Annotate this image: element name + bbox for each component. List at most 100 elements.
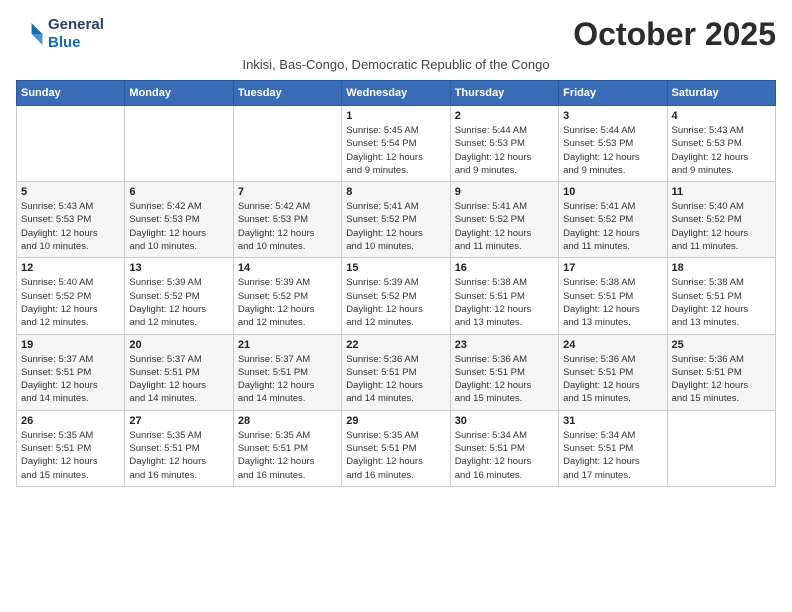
day-number: 2 <box>455 110 554 122</box>
day-info: Sunrise: 5:41 AM Sunset: 5:52 PM Dayligh… <box>455 200 554 253</box>
logo-line2: Blue <box>48 34 104 52</box>
day-info: Sunrise: 5:34 AM Sunset: 5:51 PM Dayligh… <box>563 429 662 482</box>
day-number: 1 <box>346 110 445 122</box>
day-number: 24 <box>563 339 662 351</box>
day-info: Sunrise: 5:44 AM Sunset: 5:53 PM Dayligh… <box>455 124 554 177</box>
day-cell: 30 Sunrise: 5:34 AM Sunset: 5:51 PM Dayli… <box>450 410 558 486</box>
day-info: Sunrise: 5:41 AM Sunset: 5:52 PM Dayligh… <box>346 200 445 253</box>
day-cell: 16Sunrise: 5:38 AM Sunset: 5:51 PM Dayli… <box>450 258 558 334</box>
day-number: 17 <box>563 262 662 274</box>
day-info: Sunrise: 5:41 AM Sunset: 5:52 PM Dayligh… <box>563 200 662 253</box>
day-number: 8 <box>346 186 445 198</box>
day-cell: 6Sunrise: 5:42 AM Sunset: 5:53 PM Daylig… <box>125 182 233 258</box>
day-number: 6 <box>129 186 228 198</box>
day-number: 25 <box>672 339 771 351</box>
day-cell: 15Sunrise: 5:39 AM Sunset: 5:52 PM Dayli… <box>342 258 450 334</box>
day-info: Sunrise: 5:40 AM Sunset: 5:52 PM Dayligh… <box>672 200 771 253</box>
day-cell: 24 Sunrise: 5:36 AM Sunset: 5:51 PM Dayli… <box>559 334 667 410</box>
day-info: Sunrise: 5:44 AM Sunset: 5:53 PM Dayligh… <box>563 124 662 177</box>
day-cell: 1 Sunrise: 5:45 AM Sunset: 5:54 PM Daylig… <box>342 106 450 182</box>
day-number: 23 <box>455 339 554 351</box>
logo-line1: General <box>48 16 104 34</box>
day-info: Sunrise: 5:37 AM Sunset: 5:51 PM Dayligh… <box>129 353 228 406</box>
day-info: Sunrise: 5:42 AM Sunset: 5:53 PM Dayligh… <box>238 200 337 253</box>
day-cell: 19Sunrise: 5:37 AM Sunset: 5:51 PM Dayli… <box>17 334 125 410</box>
day-cell: 11Sunrise: 5:40 AM Sunset: 5:52 PM Dayli… <box>667 182 775 258</box>
day-number: 27 <box>129 415 228 427</box>
day-cell: 18 Sunrise: 5:38 AM Sunset: 5:51 PM Dayli… <box>667 258 775 334</box>
day-cell: 8 Sunrise: 5:41 AM Sunset: 5:52 PM Daylig… <box>342 182 450 258</box>
day-number: 19 <box>21 339 120 351</box>
col-header-wednesday: Wednesday <box>342 81 450 106</box>
day-number: 3 <box>563 110 662 122</box>
day-number: 13 <box>129 262 228 274</box>
day-cell: 23Sunrise: 5:36 AM Sunset: 5:51 PM Dayli… <box>450 334 558 410</box>
col-header-thursday: Thursday <box>450 81 558 106</box>
day-number: 20 <box>129 339 228 351</box>
day-info: Sunrise: 5:40 AM Sunset: 5:52 PM Dayligh… <box>21 276 120 329</box>
day-number: 28 <box>238 415 337 427</box>
day-info: Sunrise: 5:43 AM Sunset: 5:53 PM Dayligh… <box>21 200 120 253</box>
day-info: Sunrise: 5:38 AM Sunset: 5:51 PM Dayligh… <box>672 276 771 329</box>
day-info: Sunrise: 5:36 AM Sunset: 5:51 PM Dayligh… <box>563 353 662 406</box>
day-info: Sunrise: 5:37 AM Sunset: 5:51 PM Dayligh… <box>238 353 337 406</box>
day-number: 31 <box>563 415 662 427</box>
week-row-5: 26 Sunrise: 5:35 AM Sunset: 5:51 PM Dayli… <box>17 410 776 486</box>
logo: General Blue <box>16 16 104 52</box>
day-number: 21 <box>238 339 337 351</box>
day-number: 12 <box>21 262 120 274</box>
day-info: Sunrise: 5:36 AM Sunset: 5:51 PM Dayligh… <box>672 353 771 406</box>
day-cell: 12 Sunrise: 5:40 AM Sunset: 5:52 PM Dayli… <box>17 258 125 334</box>
subtitle: Inkisi, Bas-Congo, Democratic Republic o… <box>16 57 776 72</box>
day-cell: 5 Sunrise: 5:43 AM Sunset: 5:53 PM Daylig… <box>17 182 125 258</box>
day-info: Sunrise: 5:35 AM Sunset: 5:51 PM Dayligh… <box>129 429 228 482</box>
day-cell: 4Sunrise: 5:43 AM Sunset: 5:53 PM Daylig… <box>667 106 775 182</box>
day-info: Sunrise: 5:45 AM Sunset: 5:54 PM Dayligh… <box>346 124 445 177</box>
col-header-sunday: Sunday <box>17 81 125 106</box>
day-number: 14 <box>238 262 337 274</box>
week-row-3: 12 Sunrise: 5:40 AM Sunset: 5:52 PM Dayli… <box>17 258 776 334</box>
day-cell: 20 Sunrise: 5:37 AM Sunset: 5:51 PM Dayli… <box>125 334 233 410</box>
month-year: October 2025 <box>573 16 776 53</box>
day-cell: 13Sunrise: 5:39 AM Sunset: 5:52 PM Dayli… <box>125 258 233 334</box>
calendar-table: SundayMondayTuesdayWednesdayThursdayFrid… <box>16 80 776 487</box>
day-cell: 26 Sunrise: 5:35 AM Sunset: 5:51 PM Dayli… <box>17 410 125 486</box>
day-number: 26 <box>21 415 120 427</box>
day-cell: 2 Sunrise: 5:44 AM Sunset: 5:53 PM Daylig… <box>450 106 558 182</box>
header: General Blue October 2025 <box>16 16 776 53</box>
col-header-tuesday: Tuesday <box>233 81 341 106</box>
day-cell <box>125 106 233 182</box>
day-info: Sunrise: 5:35 AM Sunset: 5:51 PM Dayligh… <box>346 429 445 482</box>
day-number: 29 <box>346 415 445 427</box>
day-number: 18 <box>672 262 771 274</box>
day-number: 9 <box>455 186 554 198</box>
day-number: 5 <box>21 186 120 198</box>
day-cell <box>233 106 341 182</box>
col-header-saturday: Saturday <box>667 81 775 106</box>
day-cell: 7 Sunrise: 5:42 AM Sunset: 5:53 PM Daylig… <box>233 182 341 258</box>
day-cell: 14 Sunrise: 5:39 AM Sunset: 5:52 PM Dayli… <box>233 258 341 334</box>
day-info: Sunrise: 5:35 AM Sunset: 5:51 PM Dayligh… <box>21 429 120 482</box>
day-info: Sunrise: 5:38 AM Sunset: 5:51 PM Dayligh… <box>455 276 554 329</box>
day-number: 30 <box>455 415 554 427</box>
day-info: Sunrise: 5:38 AM Sunset: 5:51 PM Dayligh… <box>563 276 662 329</box>
week-row-1: 1 Sunrise: 5:45 AM Sunset: 5:54 PM Daylig… <box>17 106 776 182</box>
day-cell: 17 Sunrise: 5:38 AM Sunset: 5:51 PM Dayli… <box>559 258 667 334</box>
day-number: 7 <box>238 186 337 198</box>
title-block: October 2025 <box>573 16 776 53</box>
day-cell: 22Sunrise: 5:36 AM Sunset: 5:51 PM Dayli… <box>342 334 450 410</box>
col-header-friday: Friday <box>559 81 667 106</box>
day-number: 10 <box>563 186 662 198</box>
day-info: Sunrise: 5:36 AM Sunset: 5:51 PM Dayligh… <box>346 353 445 406</box>
logo-icon <box>16 20 44 48</box>
col-header-monday: Monday <box>125 81 233 106</box>
week-row-4: 19 Sunrise: 5:37 AM Sunset: 5:51 PM Dayli… <box>17 334 776 410</box>
day-cell <box>667 410 775 486</box>
day-cell: 27 Sunrise: 5:35 AM Sunset: 5:51 PM Dayli… <box>125 410 233 486</box>
day-info: Sunrise: 5:34 AM Sunset: 5:51 PM Dayligh… <box>455 429 554 482</box>
day-cell: 31 Sunrise: 5:34 AM Sunset: 5:51 PM Dayli… <box>559 410 667 486</box>
day-cell: 25 Sunrise: 5:36 AM Sunset: 5:51 PM Dayli… <box>667 334 775 410</box>
day-info: Sunrise: 5:39 AM Sunset: 5:52 PM Dayligh… <box>238 276 337 329</box>
logo-text: General Blue <box>48 16 104 52</box>
calendar-body: 1 Sunrise: 5:45 AM Sunset: 5:54 PM Daylig… <box>17 106 776 487</box>
